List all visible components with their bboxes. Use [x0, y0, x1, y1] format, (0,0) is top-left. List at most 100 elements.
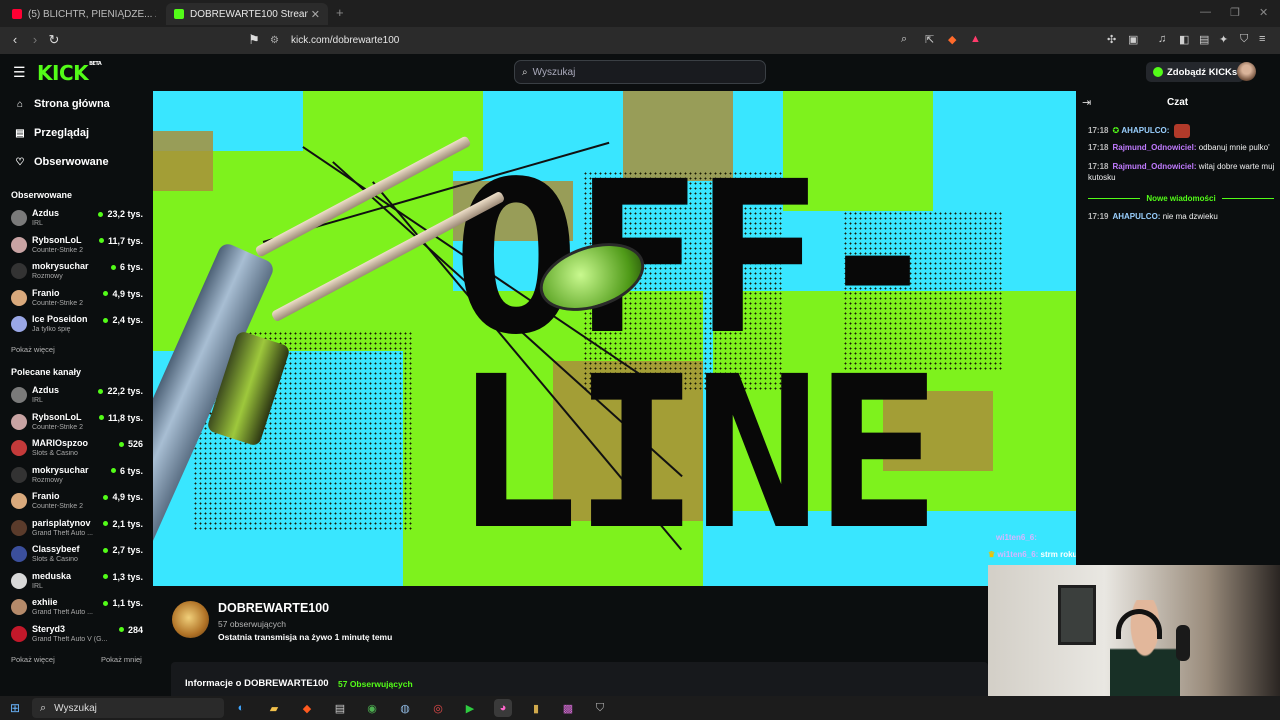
reader-icon[interactable]: ▣: [1128, 33, 1138, 46]
collapse-chat-icon[interactable]: ⇥: [1082, 96, 1091, 109]
followed-show-more-link[interactable]: Pokaż więcej: [11, 345, 55, 354]
new-tab-button[interactable]: +: [336, 5, 344, 20]
kick-logo[interactable]: KICKBETA: [37, 61, 102, 85]
close-tab-icon[interactable]: ✕: [311, 8, 320, 21]
chat-text: odbanuj mnie pulko': [1198, 143, 1270, 152]
app-icon[interactable]: ▮: [527, 699, 545, 717]
channel-list-item[interactable]: parisplatynov Grand Theft Auto ... 2,1 tys…: [11, 517, 145, 543]
channel-category: Counter-Strike 2: [32, 423, 83, 431]
user-avatar[interactable]: [1237, 62, 1256, 81]
channel-list-item[interactable]: RybsonLoL Counter-Strike 2 11,7 tys.: [11, 234, 145, 260]
streamlabs-icon[interactable]: ▶: [461, 699, 479, 717]
channel-list-item[interactable]: Azdus IRL 22,2 tys.: [11, 384, 145, 410]
app-icon[interactable]: ⛉: [591, 699, 609, 717]
chat-username[interactable]: Rajmund_Odnowiciel:: [1112, 162, 1196, 171]
overlay-chat-user: wi1ten6_6:: [996, 533, 1037, 542]
brave-icon[interactable]: ◆: [298, 699, 316, 717]
wall-picture: [1058, 585, 1096, 645]
channel-avatar: [11, 493, 27, 509]
browser-tab-bar: (5) BLICHTR, PIENIĄDZE... ŻULE I BRU DOB…: [0, 0, 1280, 27]
emote-icon: [1173, 124, 1190, 138]
chat-message: 17:19 AHAPULCO: nie ma dzwieku: [1088, 211, 1276, 222]
channel-list-item[interactable]: mokrysuchar Rozmowy 6 tys.: [11, 464, 145, 490]
brave-shield-icon[interactable]: ◆: [948, 33, 956, 46]
channel-name[interactable]: DOBREWARTE100: [218, 601, 329, 615]
site-settings-icon[interactable]: ⚙: [270, 35, 279, 46]
discord-icon[interactable]: ◕: [494, 699, 512, 717]
menu-icon[interactable]: ≡: [1259, 33, 1265, 45]
zoom-icon[interactable]: ⌕: [901, 33, 907, 46]
app-icon[interactable]: ▩: [559, 699, 577, 717]
nav-home[interactable]: ⌂ Strona główna: [14, 98, 110, 110]
channel-list-item[interactable]: exhiie Grand Theft Auto ... 1,1 tys.: [11, 596, 145, 622]
minimize-window-button[interactable]: —: [1200, 6, 1211, 18]
channel-list-item[interactable]: Franio Counter-Strike 2 4,9 tys.: [11, 490, 145, 516]
share-icon[interactable]: ⇱: [925, 33, 934, 46]
channel-list-item[interactable]: MARIOspzoo Slots & Casino 526: [11, 437, 145, 463]
recommended-show-more-link[interactable]: Pokaż więcej: [11, 655, 55, 664]
channel-list-item[interactable]: Ice Poseidon Ja tylko śpię 2,4 tys.: [11, 313, 145, 339]
chat-username[interactable]: AHAPULCO:: [1121, 126, 1169, 135]
vpn-icon[interactable]: ⛉: [1240, 33, 1248, 46]
bookmark-icon[interactable]: ⚑: [246, 32, 262, 48]
channel-list-item[interactable]: RybsonLoL Counter-Strike 2 11,8 tys.: [11, 411, 145, 437]
video-player-offline-banner[interactable]: OFF- LINE wi1ten6_6:: [153, 91, 1076, 586]
windows-start-icon[interactable]: ⊞: [10, 701, 20, 715]
channel-list-item[interactable]: mokrysuchar Rozmowy 6 tys.: [11, 260, 145, 286]
nav-label: Strona główna: [34, 98, 110, 110]
nav-browse[interactable]: ▤ Przeglądaj: [14, 127, 89, 139]
channel-list-item[interactable]: Franio Counter-Strike 2 4,9 tys.: [11, 287, 145, 313]
maximize-window-button[interactable]: ❐: [1230, 6, 1240, 19]
reload-button[interactable]: ↻: [46, 32, 62, 48]
channel-name: RybsonLoL: [32, 411, 82, 422]
back-button[interactable]: ‹: [7, 32, 23, 47]
edge-icon[interactable]: ◐: [232, 699, 250, 717]
steam-icon[interactable]: ◍: [396, 699, 414, 717]
viewer-count: 2,1 tys.: [103, 519, 143, 529]
channel-list-item[interactable]: Steryd3 Grand Theft Auto V (G... 284: [11, 623, 145, 649]
viewer-count: 4,9 tys.: [103, 492, 143, 502]
channel-list-item[interactable]: meduska IRL 1,3 tys.: [11, 570, 145, 596]
channel-category: Grand Theft Auto V (G...: [32, 635, 108, 643]
nav-following[interactable]: ♡ Obserwowane: [14, 156, 109, 168]
channel-list-item[interactable]: Azdus IRL 23,2 tys.: [11, 207, 145, 233]
kick-favicon-icon: [174, 9, 184, 19]
channel-name: Azdus: [32, 385, 59, 395]
get-kicks-button[interactable]: Zdobądź KICKs: [1146, 62, 1245, 82]
channel-avatar: [11, 546, 27, 562]
chat-time: 17:18: [1088, 126, 1109, 136]
hamburger-menu-icon[interactable]: ☰: [13, 64, 26, 81]
file-explorer-icon[interactable]: ▰: [265, 699, 283, 717]
taskbar-search[interactable]: ⌕ Wyszukaj: [32, 698, 224, 718]
leo-ai-icon[interactable]: ✦: [1219, 33, 1228, 46]
close-window-button[interactable]: ✕: [1259, 6, 1268, 19]
wallet-icon[interactable]: ▤: [1199, 33, 1209, 46]
media-icon[interactable]: ♫: [1158, 33, 1166, 45]
verified-badge-icon: ✪: [1112, 126, 1120, 136]
microphone: [1176, 625, 1190, 661]
chat-username[interactable]: AHAPULCO:: [1112, 212, 1160, 221]
chat-username[interactable]: Rajmund_Odnowiciel:: [1112, 143, 1196, 152]
sidebar-toggle-icon[interactable]: ◧: [1179, 33, 1189, 46]
extensions-icon[interactable]: ✣: [1107, 33, 1116, 46]
channel-category: Ja tylko śpię: [32, 326, 71, 333]
app-icon[interactable]: ▤: [331, 699, 349, 717]
channel-category: Grand Theft Auto ...: [32, 529, 93, 537]
viewer-count: 1,3 tys.: [103, 572, 143, 582]
url-bar[interactable]: ⚙ kick.com/dobrewarte100: [270, 30, 990, 50]
forward-button[interactable]: ›: [27, 32, 43, 47]
channel-avatar[interactable]: [172, 601, 209, 638]
chrome-icon[interactable]: ◉: [363, 699, 381, 717]
channel-avatar: [11, 263, 27, 279]
taskbar-search-label: Wyszukaj: [54, 702, 97, 714]
search-input[interactable]: ⌕ Wyszukaj: [514, 60, 766, 84]
channel-name: Franio: [32, 491, 60, 501]
obs-icon[interactable]: ◎: [429, 699, 447, 717]
browser-tab-kick[interactable]: DOBREWARTE100 Stream - Watc ✕: [166, 3, 328, 25]
last-live-text: Ostatnia transmisja na żywo 1 minutę tem…: [218, 632, 393, 642]
home-icon: ⌂: [16, 98, 24, 110]
channel-list-item[interactable]: Classybeef Slots & Casino 2,7 tys.: [11, 543, 145, 569]
browser-tab-youtube[interactable]: (5) BLICHTR, PIENIĄDZE... ŻULE I BRU: [4, 3, 164, 25]
recommended-show-less-link[interactable]: Pokaż mniej: [101, 655, 142, 664]
brave-rewards-icon[interactable]: ▲: [970, 33, 981, 45]
